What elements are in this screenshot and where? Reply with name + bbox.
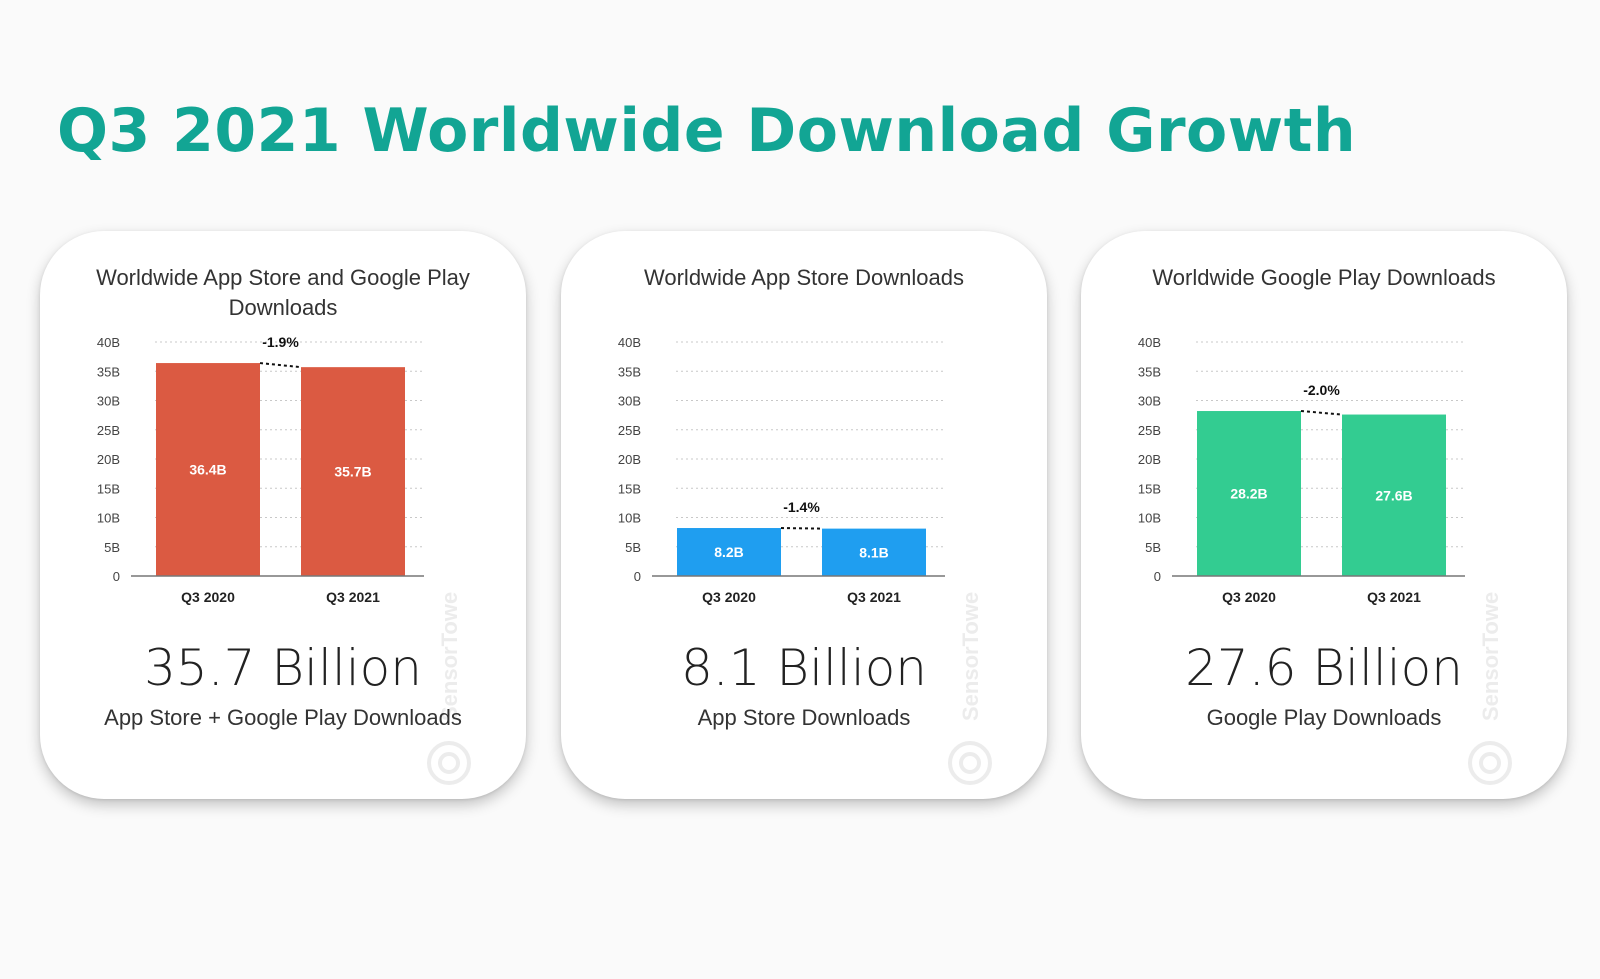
y-tick-label: 0 — [113, 569, 120, 584]
y-tick-label: 10B — [618, 511, 641, 526]
y-tick-label: 35B — [97, 364, 120, 379]
bar-data-label: 35.7B — [334, 464, 371, 480]
bar-chart-app-store: 0 5B 10B 15B 20B 25B 30B 35B 40B 8.2B Q3 2020 8.1B Q… — [618, 335, 945, 605]
y-tick-label: 30B — [1138, 394, 1161, 409]
page-title: Q3 2021 Worldwide Download Growth — [57, 96, 1357, 166]
change-connector — [259, 362, 302, 369]
change-percent-label: -2.0% — [1303, 382, 1340, 398]
bar-chart-combined: 0 5B 10B 15B 20B 25B 30B 35B 40B 36.4B Q3 2020 35.7… — [97, 334, 424, 605]
app-store-downloads-value: 8.1 Billion — [681, 639, 927, 697]
x-category-label: Q3 2021 — [847, 589, 901, 605]
bar-data-label: 8.2B — [714, 544, 744, 560]
y-tick-label: 10B — [1138, 511, 1161, 526]
y-tick-label: 40B — [1138, 335, 1161, 350]
google-play-downloads-value: 27.6 Billion — [1185, 639, 1463, 697]
x-category-label: Q3 2021 — [326, 589, 380, 605]
bar-data-label: 27.6B — [1375, 487, 1412, 503]
card-app-store-downloads: Worldwide App Store Downloads 0 5B 10B 15B 2… — [561, 231, 1047, 799]
bar-data-label: 36.4B — [189, 462, 226, 478]
app-store-downloads-caption: App Store Downloads — [697, 705, 911, 730]
y-tick-label: 35B — [618, 364, 641, 379]
google-play-downloads-caption: Google Play Downloads — [1206, 705, 1442, 730]
change-connector — [1300, 410, 1343, 416]
y-tick-label: 0 — [1154, 569, 1161, 584]
y-tick-label: 5B — [625, 540, 641, 555]
x-category-label: Q3 2020 — [1222, 589, 1276, 605]
y-tick-label: 40B — [97, 335, 120, 350]
bar-data-label: 28.2B — [1230, 486, 1267, 502]
y-tick-label: 25B — [1138, 423, 1161, 438]
y-tick-label: 10B — [97, 511, 120, 526]
y-tick-label: 35B — [1138, 364, 1161, 379]
y-tick-label: 0 — [634, 569, 641, 584]
y-tick-label: 5B — [1145, 540, 1161, 555]
change-connector — [780, 527, 823, 530]
x-category-label: Q3 2021 — [1367, 589, 1421, 605]
change-percent-label: -1.4% — [783, 499, 820, 515]
y-tick-label: 20B — [97, 452, 120, 467]
y-tick-label: 30B — [618, 394, 641, 409]
y-tick-label: 25B — [618, 423, 641, 438]
y-tick-label: 30B — [97, 394, 120, 409]
y-tick-label: 5B — [104, 540, 120, 555]
y-tick-label: 15B — [618, 481, 641, 496]
y-tick-label: 25B — [97, 423, 120, 438]
x-category-label: Q3 2020 — [702, 589, 756, 605]
y-tick-label: 15B — [97, 481, 120, 496]
y-tick-label: 40B — [618, 335, 641, 350]
bar-data-label: 8.1B — [859, 544, 889, 560]
card-combined-downloads: Worldwide App Store and Google Play Down… — [40, 231, 526, 799]
change-percent-label: -1.9% — [262, 334, 299, 350]
y-tick-label: 20B — [1138, 452, 1161, 467]
card-google-play-downloads: Worldwide Google Play Downloads 0 5B 10B 15… — [1081, 231, 1567, 799]
total-downloads-value: 35.7 Billion — [144, 639, 422, 697]
y-tick-label: 20B — [618, 452, 641, 467]
y-tick-label: 15B — [1138, 481, 1161, 496]
x-category-label: Q3 2020 — [181, 589, 235, 605]
bar-chart-google-play: 0 5B 10B 15B 20B 25B 30B 35B 40B 28.2B Q3 2020 27.6… — [1138, 335, 1465, 605]
total-downloads-caption: App Store + Google Play Downloads — [104, 705, 462, 730]
